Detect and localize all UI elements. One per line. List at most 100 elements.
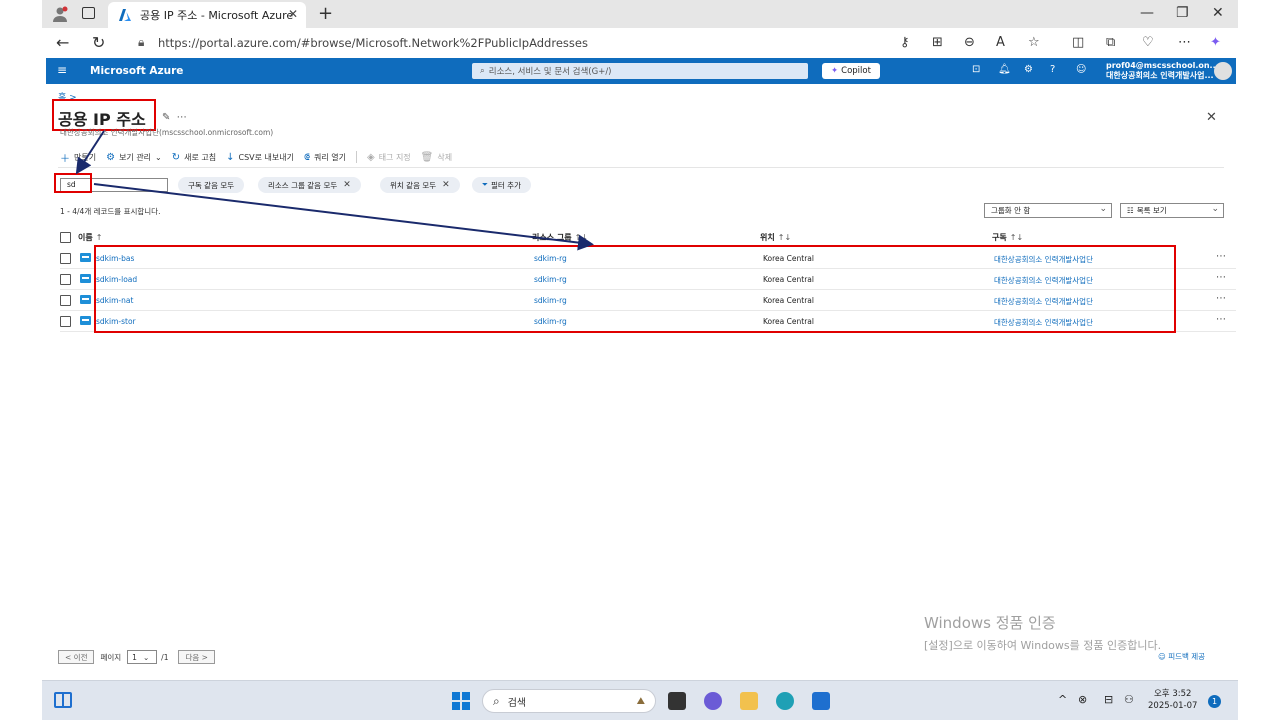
close-icon[interactable]: ✕ xyxy=(442,180,450,190)
collections-icon[interactable]: ⧉ xyxy=(1106,35,1115,50)
cloud-shell-icon[interactable]: ⊡ xyxy=(972,64,980,75)
public-ip-icon xyxy=(80,295,91,304)
copilot-button[interactable]: ✦ Copilot xyxy=(822,63,880,79)
edge-icon[interactable] xyxy=(776,692,794,710)
copilot-sidebar-icon[interactable]: ✦ xyxy=(1210,35,1221,50)
row-more-icon[interactable]: ⋯ xyxy=(1216,293,1226,304)
view-mode-select[interactable]: ☷ 목록 보기 ⌄ xyxy=(1120,203,1224,218)
column-header-name[interactable]: 이름 ↑ xyxy=(78,232,102,243)
file-explorer-icon[interactable] xyxy=(740,692,758,710)
azure-logo-icon xyxy=(119,9,131,21)
manage-view-label: 보기 관리 xyxy=(119,152,152,162)
feedback-header-icon[interactable]: ☺ xyxy=(1076,64,1086,75)
query-icon: ⟃ xyxy=(304,151,310,163)
status-error-icon[interactable]: ⊗ xyxy=(1078,693,1087,706)
taskbar-search-input[interactable]: ⌕ 검색 ⛰ xyxy=(482,689,656,713)
column-header-subscription[interactable]: 구독 ↑↓ xyxy=(992,232,1023,243)
notification-badge[interactable]: 1 xyxy=(1208,695,1221,708)
azure-header: ≡ Microsoft Azure ⌕ 리소스, 서비스 및 문서 검색(G+/… xyxy=(46,58,1236,84)
column-resource-group-label: 리소스 그룹 xyxy=(532,233,572,242)
filter-highlight-box xyxy=(54,173,92,193)
battery-icon[interactable]: ⚇ xyxy=(1124,693,1134,706)
menu-icon[interactable]: ≡ xyxy=(57,63,67,77)
row-checkbox[interactable] xyxy=(60,316,71,327)
browser-tab[interactable]: 공용 IP 주소 - Microsoft Azure ✕ xyxy=(108,2,306,28)
tab-actions-icon[interactable] xyxy=(82,7,95,19)
minimize-icon[interactable]: — xyxy=(1140,5,1154,21)
page-select[interactable]: 1 ⌄ xyxy=(127,650,158,664)
feedback-link[interactable]: ☺ 피드백 제공 xyxy=(1158,651,1205,662)
clock[interactable]: 오후 3:52 2025-01-07 xyxy=(1148,688,1197,712)
row-checkbox[interactable] xyxy=(60,295,71,306)
download-icon: ↓ xyxy=(226,151,235,163)
read-aloud-icon[interactable]: A xyxy=(996,35,1005,50)
search-icon: ⌕ xyxy=(480,66,485,76)
activation-watermark: Windows 정품 인증 [설정]으로 이동하여 Windows를 정품 인증… xyxy=(924,612,1161,653)
export-csv-button[interactable]: ↓ CSV로 내보내기 xyxy=(226,152,294,163)
row-checkbox[interactable] xyxy=(60,253,71,264)
close-window-icon[interactable]: ✕ xyxy=(1212,5,1224,21)
account-info[interactable]: prof04@mscsschool.on... 대한상공회의소 인력개발사업..… xyxy=(1106,61,1219,81)
resource-group-filter-pill[interactable]: 리소스 그룹 같음 모두 ✕ xyxy=(258,177,361,193)
row-more-icon[interactable]: ⋯ xyxy=(1216,272,1226,283)
store-icon[interactable] xyxy=(812,692,830,710)
create-button[interactable]: ＋ 만들기 xyxy=(60,150,96,165)
windows-start-icon[interactable] xyxy=(452,692,470,710)
azure-brand[interactable]: Microsoft Azure xyxy=(90,65,183,77)
close-icon[interactable]: ✕ xyxy=(343,180,351,190)
manage-view-button[interactable]: ⚙ 보기 관리 ⌄ xyxy=(106,152,162,163)
refresh-button[interactable]: ↻ 새로 고침 xyxy=(172,152,216,163)
add-filter-button[interactable]: ⏷ 필터 추가 xyxy=(472,177,531,193)
location-filter-pill[interactable]: 위치 같음 모두 ✕ xyxy=(380,177,460,193)
zoom-icon[interactable]: ⊖ xyxy=(964,35,975,50)
back-icon[interactable]: ← xyxy=(56,33,69,52)
show-hidden-icons-icon[interactable]: ^ xyxy=(1058,693,1067,706)
subscription-filter-pill[interactable]: 구독 같음 모두 xyxy=(178,177,245,193)
delete-button[interactable]: 🗑︎ 삭제 xyxy=(421,152,452,163)
refresh-icon: ↻ xyxy=(171,151,181,163)
sort-icon: ↑↓ xyxy=(1009,233,1024,242)
widgets-icon[interactable] xyxy=(54,692,72,708)
close-blade-icon[interactable]: ✕ xyxy=(1206,110,1217,125)
restore-icon[interactable]: ❐ xyxy=(1176,5,1189,21)
row-more-icon[interactable]: ⋯ xyxy=(1216,251,1226,262)
pin-icon[interactable]: ✎ ⋯ xyxy=(162,112,187,123)
feedback-label: 피드백 제공 xyxy=(1168,652,1206,661)
notifications-icon[interactable]: 🔔︎ xyxy=(998,64,1011,75)
time: 오후 3:52 xyxy=(1153,689,1192,699)
more-icon[interactable]: ⋯ xyxy=(1178,35,1191,50)
row-checkbox[interactable] xyxy=(60,274,71,285)
network-icon[interactable]: ⊟ xyxy=(1104,693,1113,706)
new-tab-icon[interactable]: + xyxy=(318,3,333,24)
url-field[interactable]: 🔒︎ https://portal.azure.com/#browse/Micr… xyxy=(122,31,952,55)
grouping-select[interactable]: 그룹화 안 함 ⌄ xyxy=(984,203,1112,218)
assign-tags-button[interactable]: ◈ 태그 지정 xyxy=(367,152,411,163)
select-all-checkbox[interactable] xyxy=(60,232,71,243)
records-info: 1 - 4/4개 레코드를 표시합니다. xyxy=(60,207,161,216)
open-query-button[interactable]: ⟃ 쿼리 열기 xyxy=(304,152,346,163)
split-screen-icon[interactable]: ◫ xyxy=(1072,35,1084,50)
teams-icon[interactable] xyxy=(704,692,722,710)
column-header-resource-group[interactable]: 리소스 그룹 ↑↓ xyxy=(532,232,588,243)
open-query-label: 쿼리 열기 xyxy=(314,152,346,162)
lock-icon: 🔒︎ xyxy=(138,35,145,49)
prev-page-button[interactable]: < 이전 xyxy=(58,650,95,664)
key-icon[interactable]: ⚷ xyxy=(900,35,910,50)
refresh-icon[interactable]: ↻ xyxy=(92,33,105,52)
apps-icon[interactable]: ⊞ xyxy=(932,35,943,50)
task-view-icon[interactable] xyxy=(668,692,686,710)
watermark-title: Windows 정품 인증 xyxy=(924,614,1056,632)
close-tab-icon[interactable]: ✕ xyxy=(288,7,298,21)
favorite-icon[interactable]: ☆ xyxy=(1028,35,1040,50)
column-header-location[interactable]: 위치 ↑↓ xyxy=(760,232,791,243)
help-icon[interactable]: ? xyxy=(1050,64,1055,75)
export-csv-label: CSV로 내보내기 xyxy=(238,152,294,162)
plus-icon: ＋ xyxy=(60,153,70,165)
row-more-icon[interactable]: ⋯ xyxy=(1216,314,1226,325)
extensions-icon[interactable]: ♡ xyxy=(1142,35,1154,50)
azure-search-input[interactable]: ⌕ 리소스, 서비스 및 문서 검색(G+/) xyxy=(472,63,808,79)
profile-icon[interactable] xyxy=(52,6,68,22)
settings-icon[interactable]: ⚙ xyxy=(1024,64,1033,75)
avatar[interactable] xyxy=(1214,62,1232,80)
next-page-button[interactable]: 다음 > xyxy=(178,650,215,664)
